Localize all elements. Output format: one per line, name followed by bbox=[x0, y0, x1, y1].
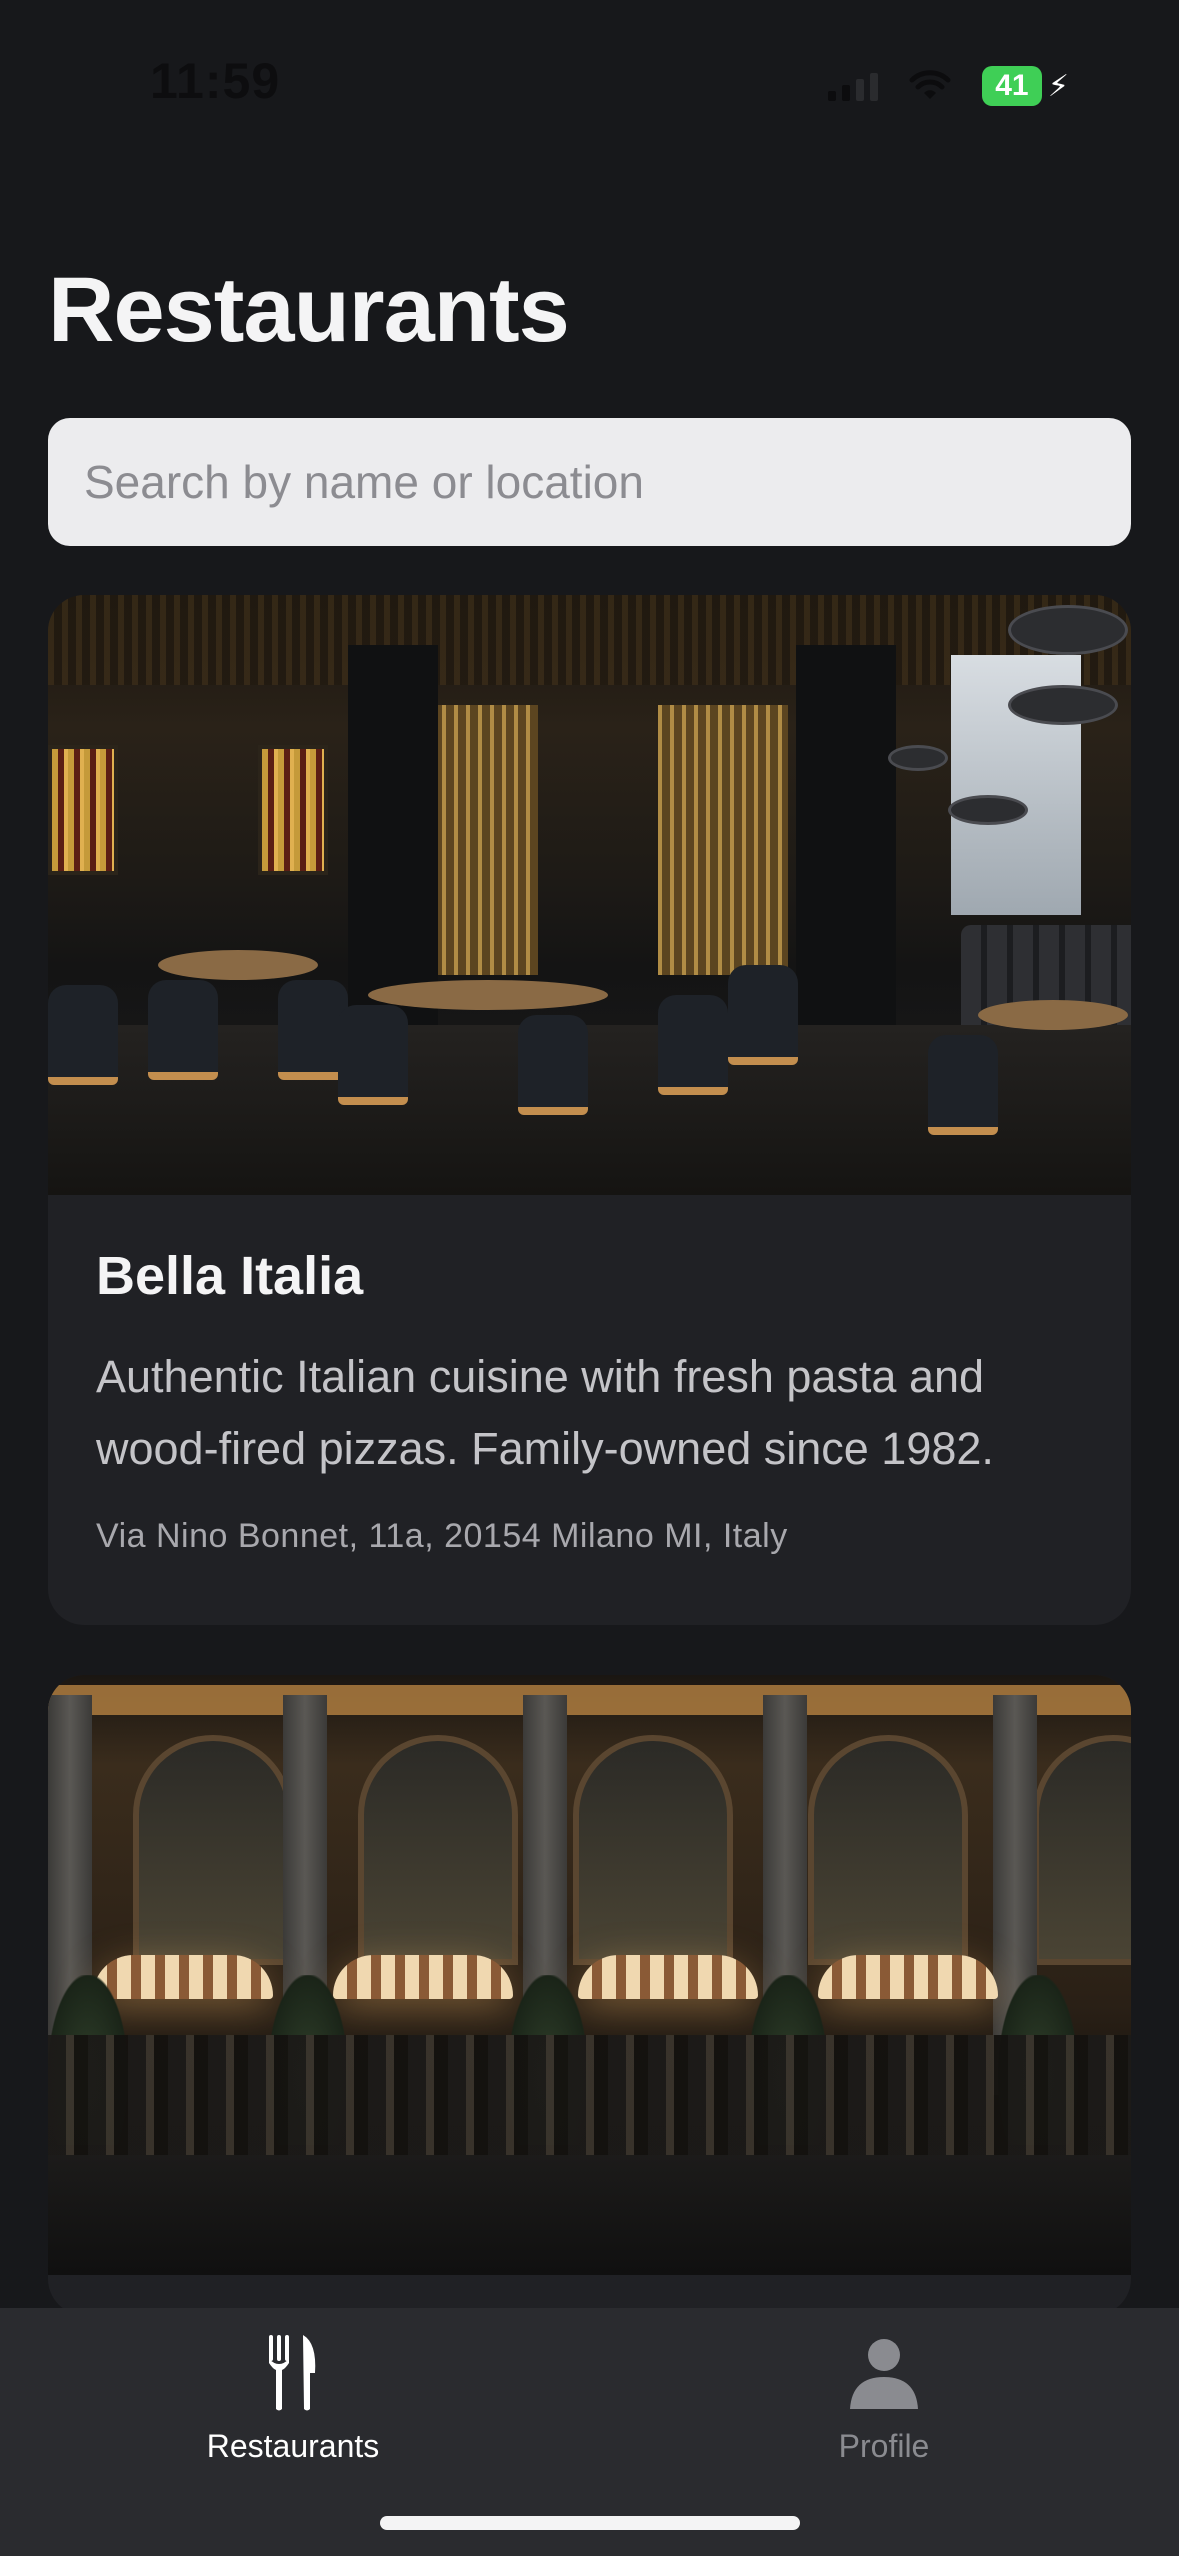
restaurant-card[interactable] bbox=[48, 1675, 1131, 2315]
home-indicator[interactable] bbox=[380, 2516, 800, 2530]
search-input[interactable] bbox=[48, 418, 1131, 546]
status-bar: 11:59 41 ⚡ bbox=[0, 0, 1179, 170]
tab-restaurants[interactable]: Restaurants bbox=[143, 2328, 443, 2478]
restaurant-name: Bella Italia bbox=[96, 1246, 364, 1306]
signal-icon bbox=[827, 71, 878, 101]
restaurant-card-body: Bella Italia Authentic Italian cuisine w… bbox=[48, 1195, 1131, 1556]
battery-charging-icon: 41 ⚡ bbox=[981, 66, 1069, 106]
restaurant-description: Authentic Italian cuisine with fresh pas… bbox=[96, 1351, 994, 1474]
status-icons: 41 ⚡ bbox=[827, 66, 1069, 106]
restaurant-card[interactable]: Bella Italia Authentic Italian cuisine w… bbox=[48, 595, 1131, 1625]
tab-profile[interactable]: Profile bbox=[734, 2328, 1034, 2478]
restaurant-photo bbox=[48, 595, 1131, 1195]
restaurant-address: Via Nino Bonnet, 11a, 20154 Milano MI, I… bbox=[96, 1517, 788, 1555]
tab-label: Profile bbox=[838, 2428, 930, 2464]
tab-label: Restaurants bbox=[206, 2428, 380, 2464]
person-icon bbox=[848, 2328, 920, 2418]
battery-level: 41 bbox=[981, 66, 1042, 106]
wifi-icon bbox=[909, 70, 951, 99]
bolt-icon: ⚡ bbox=[1047, 69, 1069, 103]
restaurant-photo bbox=[48, 1675, 1131, 2275]
status-time: 11:59 bbox=[150, 53, 281, 109]
fork-knife-icon bbox=[263, 2328, 323, 2418]
page-title: Restaurants bbox=[48, 259, 570, 361]
